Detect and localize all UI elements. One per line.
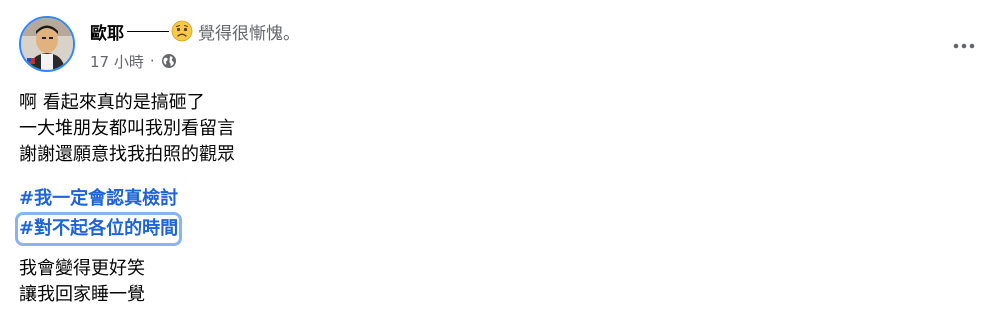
body-line: 我會變得更好笑 <box>19 258 145 279</box>
more-options-icon[interactable] <box>946 34 982 58</box>
avatar-photo <box>21 18 73 70</box>
feeling-text: 覺得很慚愧。 <box>198 23 300 44</box>
body-line: 啊 看起來真的是搞砸了 <box>19 92 205 113</box>
hashtag-link-focused[interactable]: #對不起各位的時間 <box>14 212 183 246</box>
feeling-dash <box>127 30 169 32</box>
globe-icon[interactable] <box>161 53 177 69</box>
body-line: 讓我回家睡一覺 <box>19 284 145 305</box>
post-body: 啊 看起來真的是搞砸了 一大堆朋友都叫我別看留言 謝謝還願意找我拍照的觀眾 <box>19 90 235 168</box>
author-name[interactable]: 歐耶 <box>90 19 124 44</box>
body-line: 一大堆朋友都叫我別看留言 <box>19 118 235 139</box>
sad-face-icon <box>171 20 193 42</box>
post-meta: 17 小時 · <box>90 50 177 72</box>
meta-separator: · <box>149 52 155 70</box>
post-header: 歐耶 覺得很慚愧。 <box>90 18 300 44</box>
facebook-post: 歐耶 覺得很慚愧。 17 小時 · 啊 看起來真的是搞砸了 一大堆朋友都叫我別看… <box>0 0 1006 312</box>
author-avatar[interactable] <box>19 16 75 72</box>
hashtag-list: #我一定會認真檢討 #對不起各位的時間 <box>14 186 183 246</box>
body-line: 謝謝還願意找我拍照的觀眾 <box>19 144 235 165</box>
post-timestamp[interactable]: 17 小時 <box>90 51 144 72</box>
post-closing: 我會變得更好笑 讓我回家睡一覺 <box>19 256 145 308</box>
hashtag-link[interactable]: #我一定會認真檢討 <box>19 186 178 212</box>
